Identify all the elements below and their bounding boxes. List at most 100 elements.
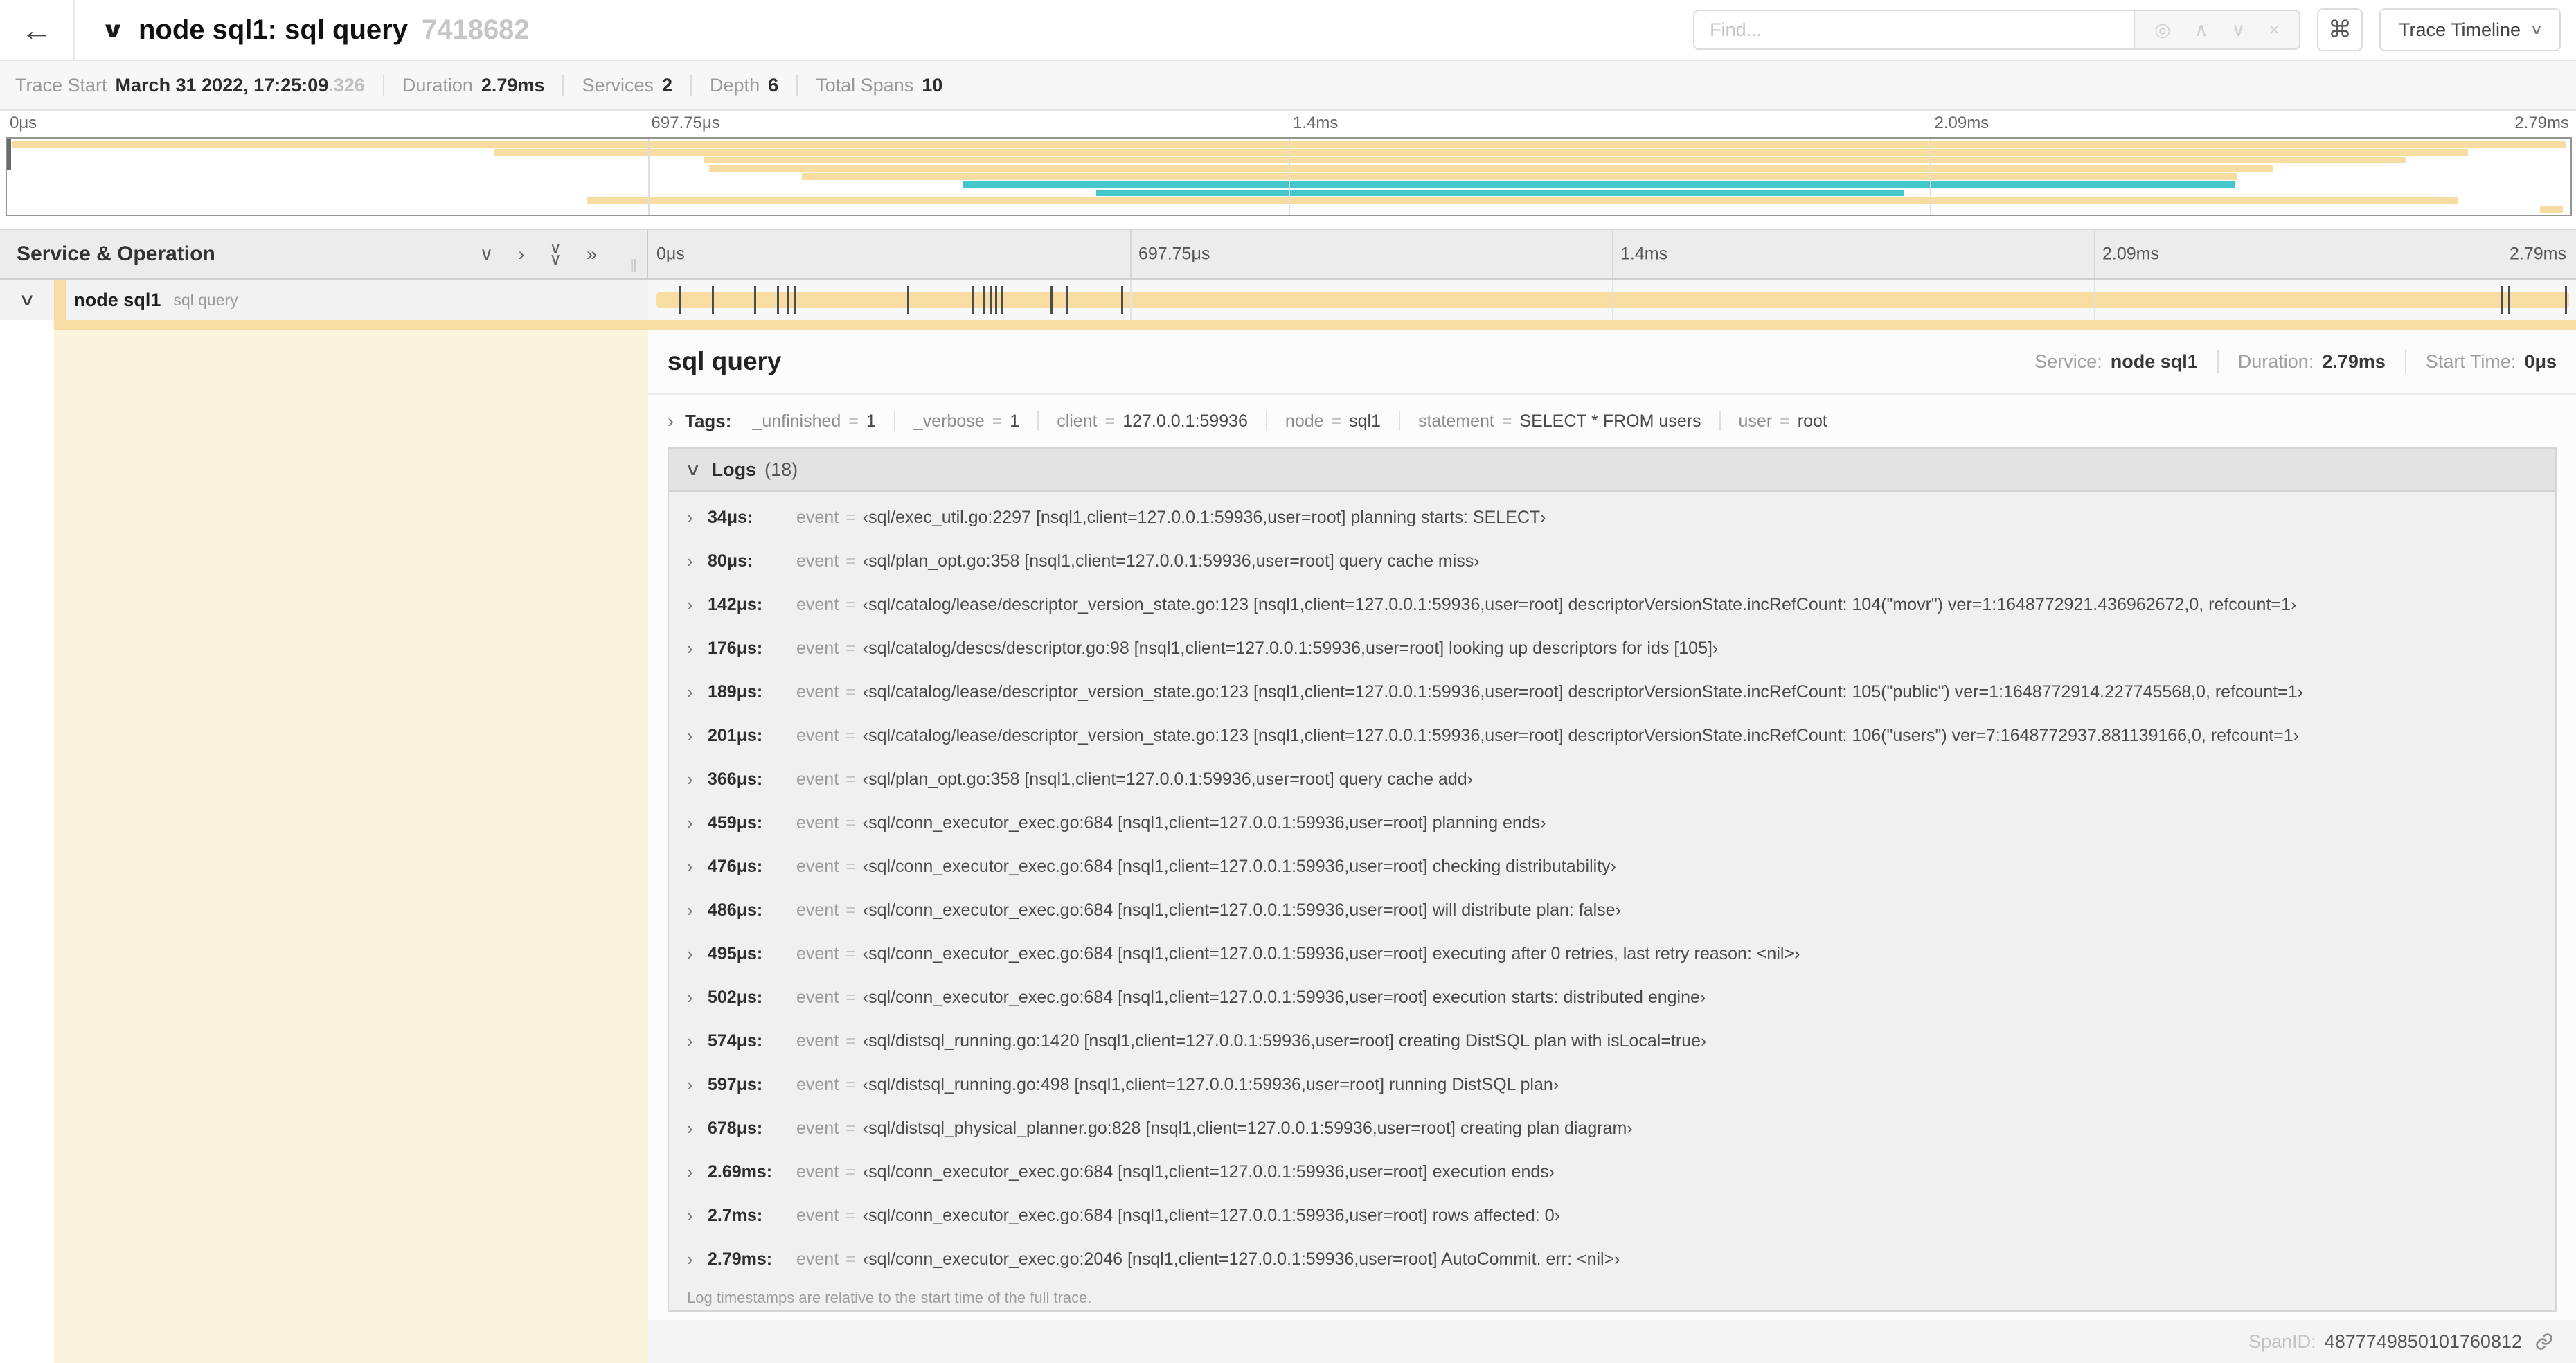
log-event-marker — [753, 286, 756, 314]
log-row-value: ‹sql/distsql_physical_planner.go:828 [ns… — [862, 1119, 1633, 1138]
find-input[interactable] — [1693, 10, 2134, 50]
minimap-span-bar — [963, 181, 2235, 188]
log-row[interactable]: › 459μs: event = ‹sql/conn_executor_exec.go:… — [669, 801, 2555, 845]
log-row[interactable]: › 597μs: event = ‹sql/distsql_running.go:498… — [669, 1063, 2555, 1107]
logs-section: ∨ Logs (18) › 34μs: event = ‹sql/exec_util.g… — [668, 447, 2557, 1312]
prev-result-icon[interactable]: ∧ — [2194, 19, 2208, 41]
log-row-expander-icon[interactable]: › — [687, 1031, 708, 1052]
log-row-expander-icon[interactable]: › — [687, 1249, 708, 1270]
timeline-header-row: Service & Operation ∨ › ∨ ∨ » ‖ 0μs 697.75… — [0, 229, 2576, 280]
log-row-expander-icon[interactable]: › — [687, 1161, 708, 1183]
keyboard-shortcuts-button[interactable]: ⌘ — [2317, 8, 2363, 51]
locate-icon[interactable]: ◎ — [2154, 19, 2171, 41]
log-row[interactable]: › 34μs: event = ‹sql/exec_util.go:2297 [nsql… — [669, 496, 2555, 540]
log-row[interactable]: › 366μs: event = ‹sql/plan_opt.go:358 [nsql1… — [669, 758, 2555, 801]
expand-one-icon[interactable]: › — [518, 244, 524, 265]
timeline-gridline — [1130, 280, 1132, 320]
log-row-time: 34μs: — [708, 508, 753, 527]
log-row-value: ‹sql/conn_executor_exec.go:684 [nsql1,cl… — [862, 857, 1616, 876]
log-row-key: event — [796, 1031, 839, 1051]
log-row-equals: = — [846, 900, 856, 920]
logs-header[interactable]: ∨ Logs (18) — [669, 449, 2555, 492]
ruler-tick-label: 2.79ms — [2510, 244, 2566, 264]
clear-find-icon[interactable]: × — [2269, 19, 2280, 41]
log-row-expander-icon[interactable]: › — [687, 987, 708, 1008]
log-row-key: event — [796, 1162, 839, 1182]
span-detail-accent — [54, 320, 2576, 330]
log-row-expander-icon[interactable]: › — [687, 725, 708, 747]
timeline-gridline — [2094, 230, 2095, 278]
log-row-expander-icon[interactable]: › — [687, 769, 708, 790]
span-row-name-cell[interactable]: ∨ node sql1 sql query — [0, 280, 648, 320]
log-row-expander-icon[interactable]: › — [687, 638, 708, 659]
log-row[interactable]: › 2.7ms: event = ‹sql/conn_executor_exec.go:… — [669, 1194, 2555, 1238]
log-row[interactable]: › 486μs: event = ‹sql/conn_executor_exec.go:… — [669, 889, 2555, 932]
minimap-tick-label: 1.4ms — [1293, 114, 1339, 132]
log-row-expander-icon[interactable]: › — [687, 1205, 708, 1227]
log-row-key: event — [796, 551, 839, 571]
log-row-key: event — [796, 944, 839, 963]
tag-separator — [1399, 411, 1401, 431]
log-row-expander-icon[interactable]: › — [687, 1074, 708, 1096]
summary-separator — [796, 75, 798, 96]
log-row[interactable]: › 201μs: event = ‹sql/catalog/lease/descript… — [669, 714, 2555, 758]
log-event-marker — [972, 286, 974, 314]
collapse-one-icon[interactable]: ∨ — [480, 244, 494, 265]
log-row-expander-icon[interactable]: › — [687, 682, 708, 703]
log-row[interactable]: › 502μs: event = ‹sql/conn_executor_exec.go:… — [669, 976, 2555, 1019]
tag-key: user — [1738, 411, 1773, 431]
minimap-canvas[interactable] — [6, 137, 2572, 216]
log-row-expander-icon[interactable]: › — [687, 551, 708, 572]
deep-link-icon[interactable] — [2534, 1332, 2554, 1351]
log-row-expander-icon[interactable]: › — [687, 1118, 708, 1139]
log-row[interactable]: › 80μs: event = ‹sql/plan_opt.go:358 [nsql1,… — [669, 540, 2555, 583]
log-row-expander-icon[interactable]: › — [687, 856, 708, 878]
back-button[interactable]: ← — [0, 0, 75, 60]
log-event-marker — [1001, 286, 1003, 314]
log-row-expander-icon[interactable]: › — [687, 943, 708, 965]
log-row-expander-icon[interactable]: › — [687, 812, 708, 834]
trace-summary-bar: Trace Start March 31 2022, 17:25:09.326 Du… — [0, 61, 2576, 111]
span-detail-left-accent-column — [54, 330, 648, 1363]
top-nav: ← ∨ node sql1: sql query 7418682 ◎ ∧ ∨ ×… — [0, 0, 2576, 61]
expand-all-icon[interactable]: » — [587, 244, 597, 265]
logs-expander-icon[interactable]: ∨ — [685, 460, 701, 480]
log-row[interactable]: › 574μs: event = ‹sql/distsql_running.go:142… — [669, 1019, 2555, 1063]
tags-expander-icon[interactable]: › — [668, 411, 674, 432]
log-row[interactable]: › 142μs: event = ‹sql/catalog/lease/descript… — [669, 583, 2555, 627]
summary-item-label: Trace Start — [15, 74, 107, 96]
column-resize-handle[interactable]: ‖ — [629, 256, 637, 277]
collapse-all-icon[interactable]: ∨ ∨ — [549, 240, 562, 268]
log-row[interactable]: › 2.79ms: event = ‹sql/conn_executor_exec.go… — [669, 1238, 2555, 1281]
log-row-key: event — [796, 1249, 839, 1269]
tag-equals: = — [1501, 411, 1512, 431]
log-row-value: ‹sql/conn_executor_exec.go:684 [nsql1,cl… — [862, 813, 1546, 832]
log-event-marker — [2500, 286, 2503, 314]
log-row[interactable]: › 476μs: event = ‹sql/conn_executor_exec.go:… — [669, 845, 2555, 889]
log-row-expander-icon[interactable]: › — [687, 507, 708, 528]
timeline-gridline — [2094, 280, 2095, 320]
next-result-icon[interactable]: ∨ — [2231, 19, 2245, 41]
log-row-value: ‹sql/distsql_running.go:1420 [nsql1,clie… — [862, 1031, 1707, 1051]
log-row-expander-icon[interactable]: › — [687, 900, 708, 921]
log-row-key: event — [796, 1075, 839, 1094]
span-expander-icon[interactable]: ∨ — [19, 289, 36, 310]
span-detail-panel: sql query Service: node sql1 Duration: 2.79… — [648, 330, 2576, 1320]
logs-footer-note: Log timestamps are relative to the start… — [687, 1289, 1092, 1306]
log-row[interactable]: › 495μs: event = ‹sql/conn_executor_exec.go:… — [669, 932, 2555, 976]
view-selector-button[interactable]: Trace Timeline ∨ — [2379, 8, 2561, 51]
trace-collapse-icon[interactable]: ∨ — [100, 17, 125, 43]
log-row[interactable]: › 176μs: event = ‹sql/catalog/descs/descript… — [669, 627, 2555, 670]
log-row-expander-icon[interactable]: › — [687, 594, 708, 616]
span-row-timeline-cell[interactable] — [648, 280, 2576, 320]
summary-item-value: 10 — [922, 74, 943, 96]
tags-row[interactable]: › Tags: _unfinished = 1 _verbose = 1 client = 12… — [648, 395, 2576, 447]
log-row[interactable]: › 678μs: event = ‹sql/distsql_physical_plann… — [669, 1107, 2555, 1150]
log-row[interactable]: › 189μs: event = ‹sql/catalog/lease/descript… — [669, 670, 2555, 714]
span-service-name: node sql1 — [73, 289, 161, 310]
log-row-time: 476μs: — [708, 857, 763, 876]
log-row[interactable]: › 2.69ms: event = ‹sql/conn_executor_exec.go… — [669, 1150, 2555, 1194]
log-row-time: 366μs: — [708, 769, 763, 789]
minimap-viewport-handle[interactable] — [7, 139, 11, 171]
log-row-key: event — [796, 988, 839, 1007]
